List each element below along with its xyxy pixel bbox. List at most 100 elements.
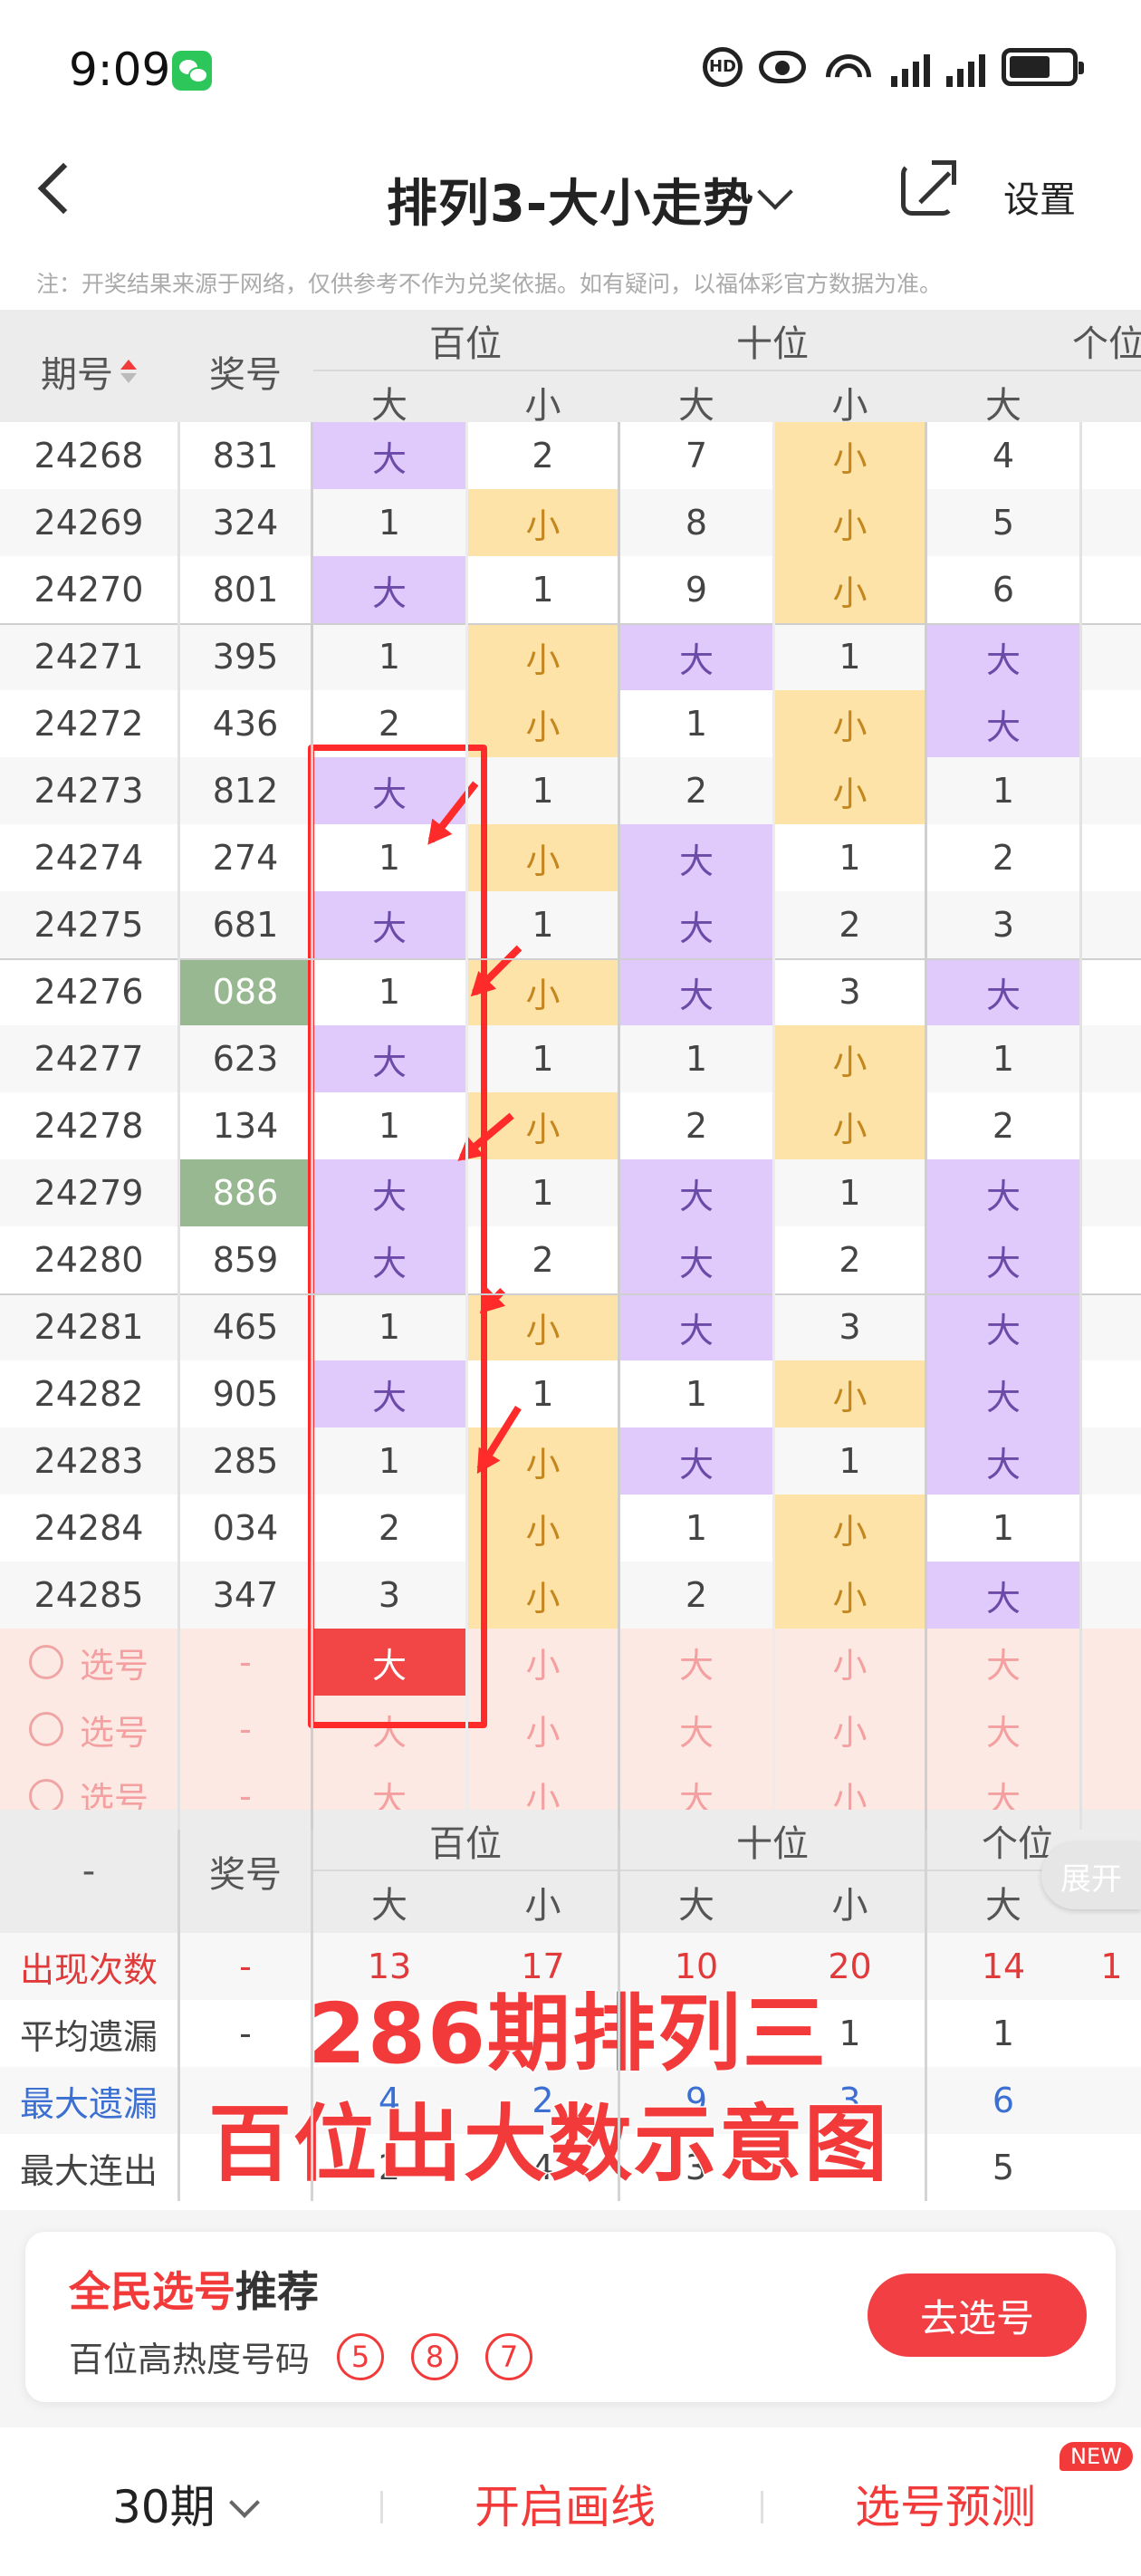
trend-cell: 大 [620, 1226, 772, 1293]
issue-cell: 24274 [34, 838, 144, 878]
prize-cell: 886 [180, 1159, 311, 1226]
trend-cell: 大 [927, 690, 1079, 757]
prize-cell: 801 [212, 570, 279, 610]
trend-cell: 1 [839, 1441, 861, 1481]
issue-header[interactable]: 期号 [0, 310, 177, 433]
prize-cell: 034 [212, 1508, 279, 1548]
stats-sub-big: 大 [371, 1885, 408, 1927]
group-header-ones: 个位 [1072, 323, 1141, 365]
go-pick-button[interactable]: 去选号 [868, 2273, 1087, 2357]
pick-cell[interactable] [1082, 1629, 1141, 1696]
pick-cell[interactable]: 大 [620, 1696, 772, 1763]
trend-cell: 大 [927, 623, 1079, 690]
period-selector[interactable]: 30期 [112, 2471, 260, 2536]
pick-radio[interactable]: 选号 [0, 1696, 177, 1763]
stats-cell [1082, 2067, 1141, 2134]
sort-icon[interactable] [120, 360, 137, 383]
stats-cell [1082, 2134, 1141, 2201]
pick-cell[interactable] [1082, 1696, 1141, 1763]
trend-cell: 1 [532, 1039, 554, 1079]
trend-cell: 6 [992, 570, 1015, 610]
issue-cell: 24283 [34, 1441, 144, 1481]
table-row: 24273 812 大 1 2 小 1 [0, 757, 1141, 824]
signal-icon-2 [946, 47, 985, 87]
stats-label: 平均遗漏 [19, 2016, 158, 2057]
trend-cell: 大 [927, 1226, 1079, 1293]
trend-cell: 1 [992, 771, 1015, 811]
draw-line-button[interactable]: 开启画线 [475, 2471, 656, 2536]
trend-cell: 2 [992, 1106, 1015, 1146]
share-icon[interactable] [901, 160, 956, 216]
pick-cell[interactable]: 大 [927, 1629, 1079, 1696]
issue-cell: 24280 [34, 1240, 144, 1280]
trend-cell: 1 [992, 1508, 1015, 1548]
pick-cell[interactable]: 大 [620, 1629, 772, 1696]
trend-cell [1082, 489, 1141, 556]
recommend-title: 全民选号推荐 [69, 2267, 319, 2316]
pick-cell[interactable]: 小 [468, 1696, 618, 1763]
pick-cell[interactable]: 大 [927, 1696, 1079, 1763]
trend-cell: 小 [775, 422, 925, 489]
pick-radio[interactable]: 选号 [0, 1629, 177, 1696]
predict-button[interactable]: 选号预测 [855, 2471, 1036, 2536]
recommend-card[interactable]: 全民选号推荐 百位高热度号码 5 8 7 去选号 [25, 2232, 1116, 2402]
trend-cell: 4 [992, 436, 1015, 476]
issue-cell: 24275 [34, 905, 144, 945]
trend-cell: 小 [775, 1562, 925, 1629]
trend-cell: 小 [775, 1495, 925, 1562]
pick-row[interactable]: 选号 - 大小大小大 [0, 1696, 1141, 1763]
data-source-notice: 注：开奖结果来源于网络，仅供参考不作为兑奖依据。如有疑问，以福体彩官方数据为准。 [36, 271, 943, 297]
trend-cell: 1 [532, 771, 554, 811]
radio-icon[interactable] [28, 1779, 63, 1813]
trend-cell: 大 [620, 1159, 772, 1226]
pick-label: 选号 [79, 1645, 149, 1686]
table-header: 期号 奖号 百位 十位 个位 大 小 大 小 大 [0, 310, 1141, 433]
settings-button[interactable]: 设置 [1003, 170, 1076, 223]
trend-cell [1082, 1159, 1141, 1226]
prize-cell: 623 [212, 1039, 279, 1079]
pick-cell[interactable]: 小 [468, 1629, 618, 1696]
trend-cell: 1 [685, 1039, 708, 1079]
trend-cell: 小 [775, 489, 925, 556]
table-row: 24269 324 1 小 8 小 5 [0, 489, 1141, 556]
trend-cell: 小 [468, 690, 618, 757]
pick-prize: - [239, 1642, 252, 1682]
trend-cell: 小 [775, 1360, 925, 1427]
expand-button[interactable]: 展开 [1041, 1842, 1141, 1909]
trend-cell: 1 [532, 1173, 554, 1213]
issue-cell: 24279 [34, 1173, 144, 1213]
trend-cell [1082, 1226, 1141, 1293]
page-title[interactable]: 排列3-大小走势 [0, 163, 1141, 236]
trend-cell: 大 [620, 891, 772, 958]
trend-cell [1082, 757, 1141, 824]
stats-cell [1082, 2000, 1141, 2067]
pick-cell[interactable]: 小 [775, 1629, 925, 1696]
pick-cell[interactable]: 小 [775, 1696, 925, 1763]
table-row: 24279 886 大 1 大 1 大 [0, 1159, 1141, 1226]
trend-cell [1082, 623, 1141, 690]
trend-cell: 5 [992, 503, 1015, 543]
radio-icon[interactable] [28, 1645, 63, 1679]
stats-dash: - [82, 1850, 96, 1892]
stats-prize-header: 奖号 [209, 1854, 282, 1896]
trend-cell [1082, 1360, 1141, 1427]
trend-cell [1082, 1427, 1141, 1495]
pick-prize: - [239, 1709, 252, 1749]
table-row: 24271 395 1 小大 1 大 [0, 623, 1141, 690]
trend-cell: 大 [927, 958, 1079, 1025]
trend-cell: 1 [378, 637, 401, 677]
stats-sub-small: 小 [831, 1885, 868, 1927]
highlight-box [308, 745, 487, 1728]
trend-cell: 9 [685, 570, 708, 610]
nav-bar: 排列3-大小走势 设置 [0, 136, 1141, 254]
trend-cell: 大 [620, 623, 772, 690]
radio-icon[interactable] [28, 1712, 63, 1746]
issue-cell: 24285 [34, 1575, 144, 1615]
hd-icon: HD [703, 47, 743, 87]
stats-sub-big: 大 [678, 1885, 714, 1927]
pick-row[interactable]: 选号 - 大小大小大 [0, 1629, 1141, 1696]
trend-cell: 小 [468, 1092, 618, 1159]
stats-label: 最大连出 [19, 2150, 158, 2191]
prize-cell: 812 [212, 771, 279, 811]
trend-cell: 小 [775, 1092, 925, 1159]
